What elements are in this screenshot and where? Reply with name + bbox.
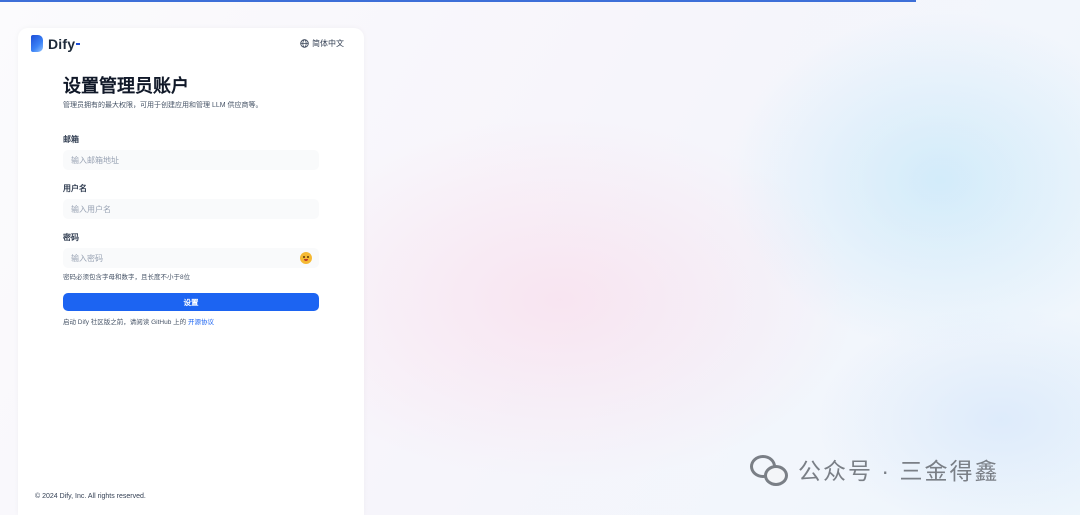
copyright: © 2024 Dify, Inc. All rights reserved. bbox=[35, 493, 146, 500]
language-selector[interactable]: 简体中文 bbox=[300, 38, 344, 49]
license-notice-text: 启动 Dify 社区版之前，请阅读 GitHub 上的 bbox=[63, 319, 187, 326]
license-notice: 启动 Dify 社区版之前，请阅读 GitHub 上的 开源协议 bbox=[63, 316, 214, 326]
dify-logo: Dify bbox=[31, 35, 81, 52]
globe-icon bbox=[300, 39, 309, 48]
setup-button[interactable]: 设置 bbox=[63, 293, 319, 311]
wechat-icon bbox=[750, 453, 790, 486]
username-label: 用户名 bbox=[63, 184, 87, 193]
page-title: 设置管理员账户 bbox=[63, 76, 189, 96]
eye-toggle-icon[interactable] bbox=[300, 252, 312, 264]
email-field[interactable] bbox=[63, 150, 319, 170]
password-field[interactable] bbox=[63, 248, 319, 268]
brand-underscore bbox=[76, 42, 81, 45]
email-label: 邮箱 bbox=[63, 135, 79, 144]
top-progress-line bbox=[0, 0, 916, 2]
language-label: 简体中文 bbox=[312, 39, 344, 48]
watermark: 公众号 · 三金得鑫 bbox=[750, 452, 999, 486]
watermark-text: 公众号 · 三金得鑫 bbox=[798, 458, 1000, 484]
open-source-license-link[interactable]: 开源协议 bbox=[188, 319, 214, 326]
dify-logo-icon bbox=[31, 35, 43, 52]
username-field[interactable] bbox=[63, 199, 319, 219]
brand-name: Dify bbox=[48, 35, 76, 52]
login-panel: Dify 简体中文 设置管理员账户 管理员拥有的最大权限，可用于创建应用和管理 … bbox=[18, 28, 364, 515]
password-hint: 密码必须包含字母和数字，且长度不小于8位 bbox=[63, 274, 191, 281]
password-label: 密码 bbox=[63, 233, 79, 242]
page-subtitle: 管理员拥有的最大权限，可用于创建应用和管理 LLM 供应商等。 bbox=[63, 102, 263, 109]
